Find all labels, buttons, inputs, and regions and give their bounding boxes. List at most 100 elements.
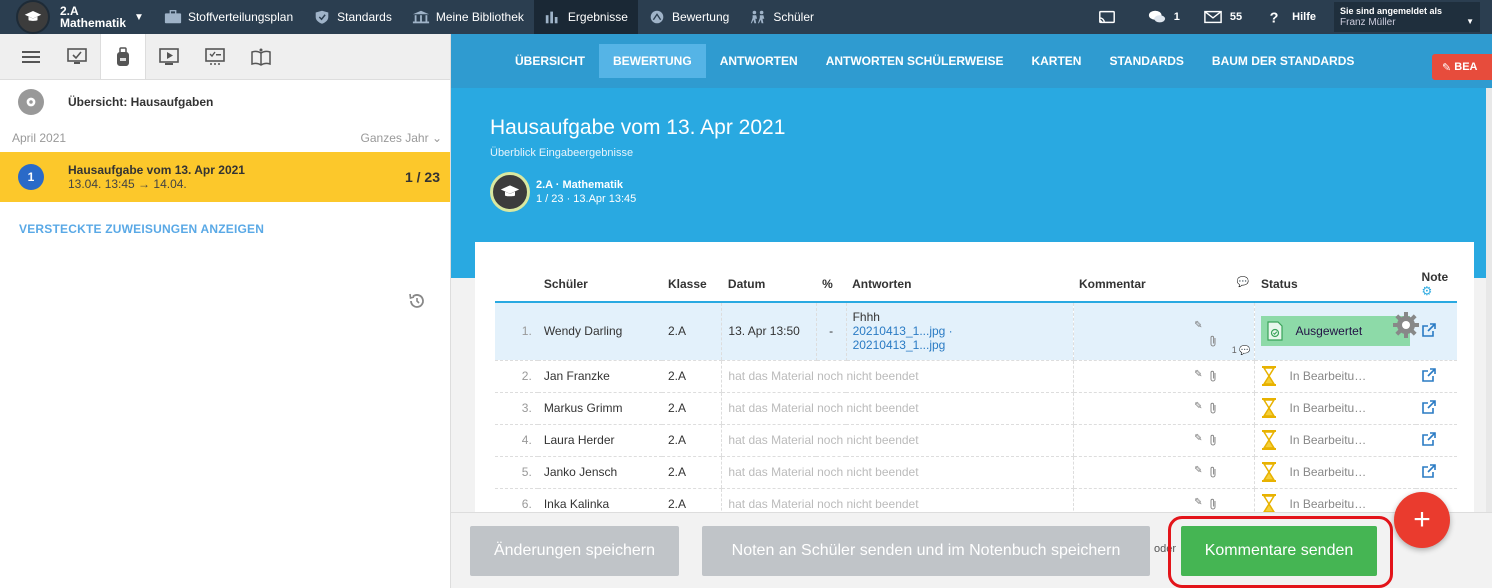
open-external-button[interactable] <box>1415 456 1457 489</box>
table-row[interactable]: 3. Markus Grimm 2.A hat das Material noc… <box>495 392 1457 425</box>
user-menu[interactable]: Sie sind angemeldet als Franz Müller ▼ <box>1334 2 1480 32</box>
status-cell[interactable]: In Bearbeitu… <box>1254 488 1416 512</box>
nav-stoffverteilungsplan[interactable]: Stoffverteilungsplan <box>154 0 303 34</box>
send-grades-button[interactable]: Noten an Schüler senden und im Notenbuch… <box>702 526 1150 576</box>
sidebar-tab-quiz[interactable] <box>192 34 238 79</box>
messages-button[interactable]: 1 <box>1136 9 1192 25</box>
table-row[interactable]: 6. Inka Kalinka 2.A hat das Material noc… <box>495 488 1457 512</box>
status-cell[interactable]: In Bearbeitu… <box>1254 360 1416 393</box>
student-name[interactable]: Laura Herder <box>537 424 662 457</box>
comment-cell[interactable]: ✎ 1 💬 <box>1072 302 1256 361</box>
comment-cell[interactable]: ✎ <box>1072 360 1256 393</box>
add-button[interactable]: + <box>1394 492 1450 548</box>
comment-cell[interactable]: ✎ <box>1072 456 1256 489</box>
table-row[interactable]: 1. Wendy Darling 2.A 13. Apr 13:50 - Fhh… <box>495 302 1457 361</box>
status-cell[interactable]: In Bearbeitu… <box>1254 392 1416 425</box>
status-cell[interactable]: In Bearbeitu… <box>1254 424 1416 457</box>
comment-cell[interactable]: ✎ <box>1072 488 1256 512</box>
col-date[interactable]: Datum <box>721 266 817 303</box>
history-button[interactable] <box>408 292 426 313</box>
grade-settings-button[interactable] <box>1391 310 1421 343</box>
open-external-button[interactable] <box>1415 360 1457 393</box>
student-class: 2.A <box>661 424 722 457</box>
col-percent[interactable]: % <box>816 266 847 303</box>
rating-icon <box>648 9 666 25</box>
student-name[interactable]: Wendy Darling <box>537 302 662 361</box>
student-name[interactable]: Inka Kalinka <box>537 488 662 512</box>
assignment-item[interactable]: 1 Hausaufgabe vom 13. Apr 2021 13.04. 13… <box>0 152 450 202</box>
open-external-button[interactable] <box>1415 424 1457 457</box>
paperclip-icon[interactable] <box>1209 434 1218 449</box>
col-grade-label: Note <box>1421 269 1449 284</box>
save-changes-button[interactable]: Änderungen speichern <box>470 526 679 576</box>
gear-icon[interactable]: ⚙ <box>1422 284 1433 298</box>
row-index: 2. <box>495 360 538 393</box>
nav-schueler[interactable]: Schüler <box>739 0 824 34</box>
table-row[interactable]: 2. Jan Franzke 2.A hat das Material noch… <box>495 360 1457 393</box>
col-student[interactable]: Schüler <box>537 266 662 303</box>
range-dropdown[interactable]: Ganzes Jahr ⌄ <box>361 131 442 145</box>
external-link-icon <box>1421 463 1436 478</box>
tab-uebersicht[interactable]: ÜBERSICHT <box>501 44 599 78</box>
help-button[interactable]: ? Hilfe <box>1254 9 1328 25</box>
pencil-icon[interactable]: ✎ <box>1194 465 1202 476</box>
nav-ergebnisse[interactable]: Ergebnisse <box>533 0 638 34</box>
answer-file-link[interactable]: 20210413_1...jpg · <box>853 324 953 338</box>
mail-button[interactable]: 55 <box>1192 9 1254 25</box>
pencil-icon[interactable]: ✎ <box>1194 369 1202 380</box>
open-external-button[interactable] <box>1415 392 1457 425</box>
scrollbar[interactable] <box>1486 88 1492 512</box>
send-comments-button[interactable]: Kommentare senden <box>1181 526 1377 576</box>
nav-meine-bibliothek[interactable]: Meine Bibliothek <box>402 0 534 34</box>
show-hidden-assignments-link[interactable]: VERSTECKTE ZUWEISUNGEN ANZEIGEN <box>19 222 450 236</box>
student-name[interactable]: Janko Jensch <box>537 456 662 489</box>
edit-button[interactable]: ✎ BEA <box>1432 54 1492 80</box>
sidebar-tab-homework[interactable] <box>100 34 146 79</box>
paperclip-icon[interactable] <box>1209 498 1218 512</box>
tab-standards[interactable]: STANDARDS <box>1095 44 1197 78</box>
open-external-button[interactable] <box>1415 302 1457 361</box>
student-name[interactable]: Jan Franzke <box>537 360 662 393</box>
comment-cell[interactable]: ✎ <box>1072 424 1256 457</box>
tab-antworten-schuelerweise[interactable]: ANTWORTEN SCHÜLERWEISE <box>812 44 1018 78</box>
sidebar-tab-tests[interactable] <box>54 34 100 79</box>
paperclip-icon[interactable] <box>1209 370 1218 385</box>
nav-standards[interactable]: Standards <box>303 0 402 34</box>
pencil-icon[interactable]: ✎ <box>1194 497 1202 508</box>
col-status[interactable]: Status <box>1254 266 1416 303</box>
col-grade[interactable]: Note ⚙ <box>1415 266 1457 303</box>
answer-text: Fhhh <box>852 310 880 325</box>
col-class[interactable]: Klasse <box>661 266 722 303</box>
tab-karten[interactable]: KARTEN <box>1017 44 1095 78</box>
pencil-icon[interactable]: ✎ <box>1194 320 1202 331</box>
status-badge: Ausgewertet <box>1261 316 1410 347</box>
status-cell[interactable]: In Bearbeitu… <box>1254 456 1416 489</box>
table-row[interactable]: 5. Janko Jensch 2.A hat das Material noc… <box>495 456 1457 489</box>
cast-button[interactable] <box>1086 9 1136 25</box>
nav-label: Stoffverteilungsplan <box>187 10 294 24</box>
student-name[interactable]: Markus Grimm <box>537 392 662 425</box>
pencil-icon[interactable]: ✎ <box>1194 433 1202 444</box>
external-link-icon <box>1421 399 1436 414</box>
comment-cell[interactable]: ✎ <box>1072 392 1256 425</box>
class-switcher[interactable]: 2.A Mathematik ▼ <box>0 0 154 34</box>
table-row[interactable]: 4. Laura Herder 2.A hat das Material noc… <box>495 424 1457 457</box>
not-finished-note: hat das Material noch nicht beendet <box>721 456 1074 489</box>
paperclip-icon[interactable] <box>1209 402 1218 417</box>
sidebar-tab-presentation[interactable] <box>146 34 192 79</box>
sidebar-tab-reading[interactable] <box>238 34 284 79</box>
tab-bewertung[interactable]: BEWERTUNG <box>599 44 706 78</box>
assignment-dates: 13.04. 13:45 → 14.04. <box>68 177 187 191</box>
overview-row[interactable]: Übersicht: Hausaufgaben <box>0 80 450 124</box>
answer-file-link[interactable]: 20210413_1...jpg <box>853 338 946 352</box>
status-label: In Bearbeitu… <box>1289 369 1367 383</box>
tab-antworten[interactable]: ANTWORTEN <box>706 44 812 78</box>
paperclip-icon[interactable] <box>1209 335 1218 350</box>
pencil-icon[interactable]: ✎ <box>1194 401 1202 412</box>
sidebar-tab-menu[interactable] <box>8 34 54 79</box>
col-answers[interactable]: Antworten <box>846 266 1074 303</box>
nav-bewertung[interactable]: Bewertung <box>638 0 739 34</box>
paperclip-icon[interactable] <box>1209 466 1218 481</box>
col-comment[interactable]: Kommentar 💬 <box>1073 266 1255 303</box>
tab-baum-der-standards[interactable]: BAUM DER STANDARDS <box>1198 44 1368 78</box>
